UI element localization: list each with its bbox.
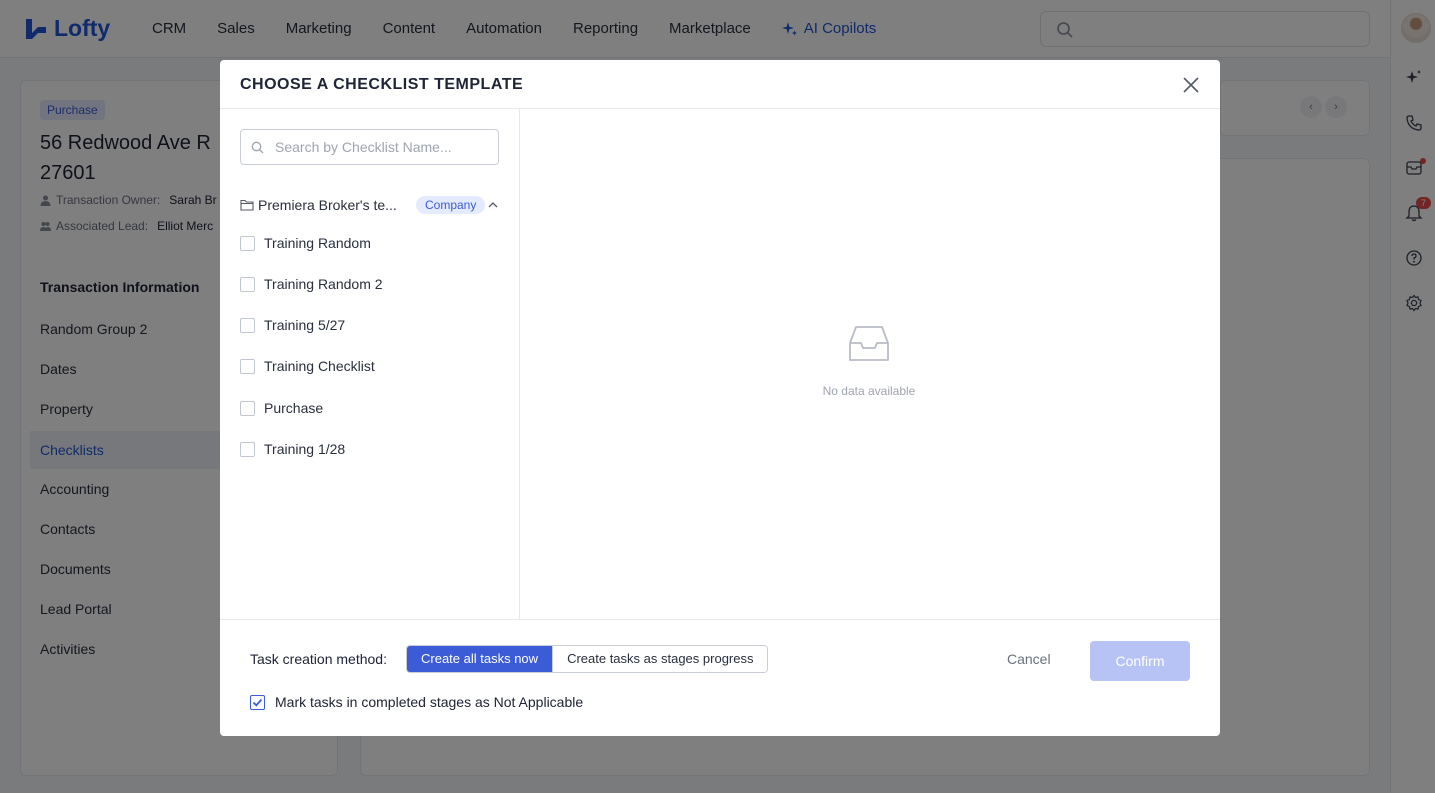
close-icon: [1183, 77, 1199, 93]
mark-not-applicable-label: Mark tasks in completed stages as Not Ap…: [275, 694, 584, 710]
template-checkbox[interactable]: [240, 358, 255, 374]
template-item-training-1-28[interactable]: Training 1/28: [240, 439, 345, 459]
template-label: Training 1/28: [264, 441, 346, 457]
template-item-training-random[interactable]: Training Random: [240, 233, 371, 253]
template-label: Purchase: [264, 400, 324, 416]
modal-footer: Task creation method: Create all tasks n…: [220, 619, 1220, 736]
mark-not-applicable-checkbox[interactable]: [250, 694, 265, 710]
template-checkbox[interactable]: [240, 235, 255, 251]
empty-state: No data available: [810, 325, 928, 398]
checklist-template-modal: CHOOSE A CHECKLIST TEMPLATE Premiera Bro…: [220, 60, 1220, 736]
template-item-training-checklist[interactable]: Training Checklist: [240, 356, 375, 376]
task-method-toggle: Create all tasks now Create tasks as sta…: [406, 645, 769, 673]
create-all-tasks-now-option[interactable]: Create all tasks now: [407, 646, 553, 672]
folder-name: Premiera Broker's te...: [258, 197, 397, 213]
template-checkbox[interactable]: [240, 317, 255, 333]
task-method-label: Task creation method:: [250, 651, 387, 667]
template-checkbox[interactable]: [240, 400, 255, 416]
chevron-up-icon[interactable]: [487, 199, 499, 211]
folder-icon: [240, 199, 254, 211]
confirm-button[interactable]: Confirm: [1090, 641, 1190, 681]
folder-row[interactable]: Premiera Broker's te... Company: [240, 195, 500, 215]
search-icon: [251, 141, 264, 154]
template-label: Training Random: [264, 235, 371, 251]
create-tasks-as-stages-option[interactable]: Create tasks as stages progress: [552, 646, 768, 672]
template-label: Training 5/27: [264, 317, 346, 333]
template-label: Training Random 2: [264, 276, 383, 292]
checklist-search-input[interactable]: [275, 137, 490, 157]
close-button[interactable]: [1181, 75, 1201, 95]
mark-not-applicable-row[interactable]: Mark tasks in completed stages as Not Ap…: [250, 694, 583, 710]
template-list-pane: Premiera Broker's te... Company Training…: [220, 109, 520, 619]
template-item-purchase[interactable]: Purchase: [240, 398, 323, 418]
modal-title: CHOOSE A CHECKLIST TEMPLATE: [240, 76, 524, 93]
template-checkbox[interactable]: [240, 276, 255, 292]
cancel-button[interactable]: Cancel: [1007, 651, 1051, 667]
empty-inbox-icon: [849, 326, 889, 361]
company-tag: Company: [416, 196, 486, 214]
template-checkbox[interactable]: [240, 441, 255, 457]
template-item-training-random-2[interactable]: Training Random 2: [240, 274, 383, 294]
template-item-training-5-27[interactable]: Training 5/27: [240, 315, 345, 335]
template-label: Training Checklist: [264, 358, 375, 374]
checkmark-icon: [252, 698, 263, 707]
checklist-search-field[interactable]: [240, 129, 499, 165]
modal-header: CHOOSE A CHECKLIST TEMPLATE: [220, 60, 1220, 109]
empty-state-text: No data available: [822, 384, 916, 398]
